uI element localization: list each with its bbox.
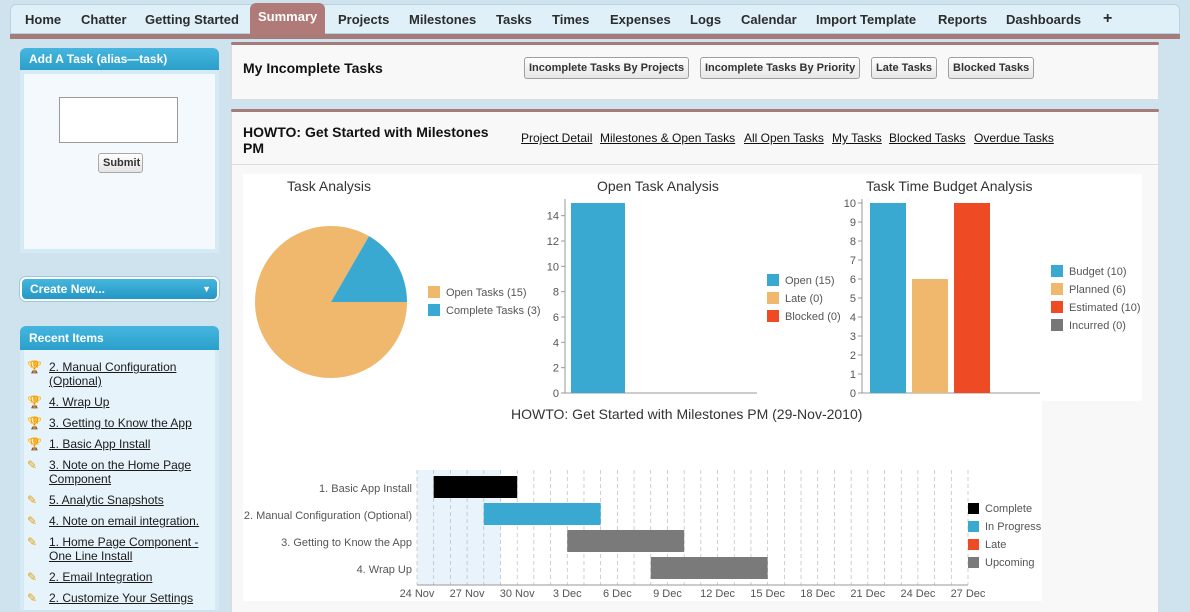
gantt-legend-label: In Progress <box>985 521 1042 533</box>
open-task-legend-label: Open (15) <box>785 275 835 287</box>
budget-legend-label: Estimated (10) <box>1069 302 1141 314</box>
open-task-legend-label: Late (0) <box>785 293 823 305</box>
open-task-y-tick-label: 14 <box>547 211 559 223</box>
gantt-legend-label: Complete <box>985 503 1032 515</box>
budget-bar-budget <box>870 203 906 393</box>
budget-legend-label: Planned (6) <box>1069 284 1126 296</box>
open-task-legend-swatch <box>767 292 779 304</box>
gantt-legend-swatch <box>968 521 979 532</box>
budget-y-tick-label: 9 <box>850 217 856 229</box>
budget-legend-label: Budget (10) <box>1069 266 1126 278</box>
gantt-x-tick-label: 24 Nov <box>400 588 435 600</box>
gantt-task-label: 4. Wrap Up <box>357 564 412 576</box>
budget-bar-planned <box>912 279 948 393</box>
budget-y-tick-label: 6 <box>850 274 856 286</box>
gantt-x-tick-label: 27 Nov <box>450 588 485 600</box>
gantt-x-tick-label: 18 Dec <box>800 588 835 600</box>
gantt-x-tick-label: 6 Dec <box>603 588 632 600</box>
budget-legend-swatch <box>1051 319 1063 331</box>
budget-y-tick-label: 0 <box>850 388 856 400</box>
budget-legend-swatch <box>1051 301 1063 313</box>
gantt-legend-swatch <box>968 503 979 514</box>
open-task-y-tick-label: 2 <box>553 363 559 375</box>
pie-legend-swatch <box>428 286 440 298</box>
gantt-bar <box>483 503 601 525</box>
open-task-y-tick-label: 6 <box>553 312 559 324</box>
budget-y-tick-label: 10 <box>844 198 856 210</box>
gantt-x-tick-label: 3 Dec <box>553 588 582 600</box>
budget-legend-swatch <box>1051 265 1063 277</box>
gantt-task-label: 1. Basic App Install <box>319 483 412 495</box>
budget-y-tick-label: 2 <box>850 350 856 362</box>
open-task-legend-swatch <box>767 274 779 286</box>
pie-legend-label: Complete Tasks (3) <box>446 305 541 317</box>
budget-y-tick-label: 3 <box>850 331 856 343</box>
gantt-task-label: 3. Getting to Know the App <box>281 537 412 549</box>
budget-y-tick-label: 8 <box>850 236 856 248</box>
open-task-y-tick-label: 0 <box>553 388 559 400</box>
open-task-y-tick-label: 10 <box>547 261 559 273</box>
open-task-legend-label: Blocked (0) <box>785 311 841 323</box>
budget-y-tick-label: 1 <box>850 369 856 381</box>
budget-y-tick-label: 5 <box>850 293 856 305</box>
open-task-y-tick-label: 12 <box>547 236 559 248</box>
budget-legend-swatch <box>1051 283 1063 295</box>
budget-y-tick-label: 4 <box>850 312 856 324</box>
open-task-legend-swatch <box>767 310 779 322</box>
open-task-y-tick-label: 8 <box>553 287 559 299</box>
gantt-legend-label: Late <box>985 539 1006 551</box>
budget-bar-estimated <box>954 203 990 393</box>
open-task-y-tick-label: 4 <box>553 337 559 349</box>
gantt-x-tick-label: 30 Nov <box>500 588 535 600</box>
gantt-bar <box>567 530 685 552</box>
gantt-task-label: 2. Manual Configuration (Optional) <box>244 510 412 522</box>
gantt-legend-swatch <box>968 557 979 568</box>
gantt-x-tick-label: 24 Dec <box>900 588 935 600</box>
open-task-bar-open <box>571 203 625 393</box>
pie-legend-label: Open Tasks (15) <box>446 287 527 299</box>
gantt-legend-swatch <box>968 539 979 550</box>
charts-svg: Open Tasks (15)Complete Tasks (3)0246810… <box>244 198 1141 600</box>
budget-legend-label: Incurred (0) <box>1069 320 1126 332</box>
gantt-x-tick-label: 27 Dec <box>951 588 986 600</box>
gantt-x-tick-label: 15 Dec <box>750 588 785 600</box>
budget-y-tick-label: 7 <box>850 255 856 267</box>
gantt-x-tick-label: 21 Dec <box>850 588 885 600</box>
pie-legend-swatch <box>428 304 440 316</box>
gantt-bar <box>650 557 768 579</box>
gantt-legend-label: Upcoming <box>985 557 1035 569</box>
gantt-x-tick-label: 12 Dec <box>700 588 735 600</box>
gantt-x-tick-label: 9 Dec <box>653 588 682 600</box>
gantt-bar <box>433 476 518 498</box>
